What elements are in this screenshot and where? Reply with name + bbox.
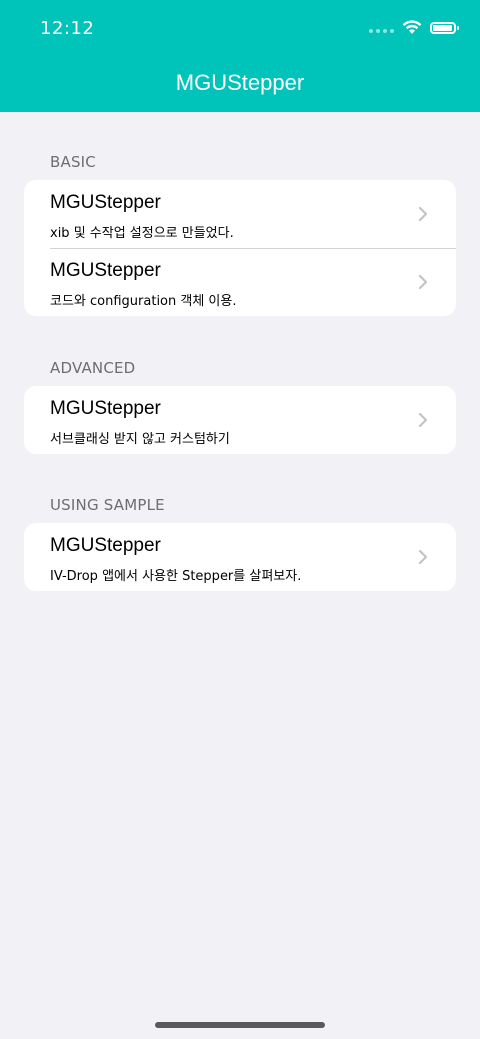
battery-icon [430,21,459,34]
list-item-title: MGUStepper [50,535,161,556]
list-item-subtitle: xib 및 수작업 설정으로 만들었다. [50,226,234,241]
section-card-basic: MGUStepper xib 및 수작업 설정으로 만들었다. MGUStepp… [24,180,456,316]
cellular-signal-icon [369,28,394,33]
chevron-right-icon [418,412,428,428]
list-item-title: MGUStepper [50,398,161,419]
list-item-subtitle: 코드와 configuration 객체 이용. [50,294,237,309]
section-card-using-sample: MGUStepper IV-Drop 앱에서 사용한 Stepper를 살펴보자… [24,523,456,591]
home-indicator[interactable] [155,1022,325,1028]
wifi-icon [402,20,422,34]
list-item-title: MGUStepper [50,192,161,213]
section-header-basic: BASIC [50,153,96,171]
list-item-title: MGUStepper [50,260,161,281]
chevron-right-icon [418,549,428,565]
section-card-advanced: MGUStepper 서브클래싱 받지 않고 커스텀하기 [24,386,456,454]
section-header-advanced: ADVANCED [50,359,136,377]
battery-level [433,24,452,31]
status-indicators [369,20,459,35]
status-time: 12:12 [40,18,95,39]
list-item-subtitle: 서브클래싱 받지 않고 커스텀하기 [50,432,230,447]
chevron-right-icon [418,206,428,222]
chevron-right-icon [418,274,428,290]
list-item-advanced-custom[interactable]: MGUStepper 서브클래싱 받지 않고 커스텀하기 [24,386,456,454]
list-item-sample-iv-drop[interactable]: MGUStepper IV-Drop 앱에서 사용한 Stepper를 살펴보자… [24,523,456,591]
navigation-bar: 12:12 MGUStepper [0,0,480,112]
list-item-subtitle: IV-Drop 앱에서 사용한 Stepper를 살펴보자. [50,569,302,584]
section-header-using-sample: USING SAMPLE [50,496,165,514]
list-item-basic-xib[interactable]: MGUStepper xib 및 수작업 설정으로 만들었다. [24,180,456,248]
page-title: MGUStepper [175,70,305,95]
list-item-basic-code[interactable]: MGUStepper 코드와 configuration 객체 이용. [24,248,456,316]
